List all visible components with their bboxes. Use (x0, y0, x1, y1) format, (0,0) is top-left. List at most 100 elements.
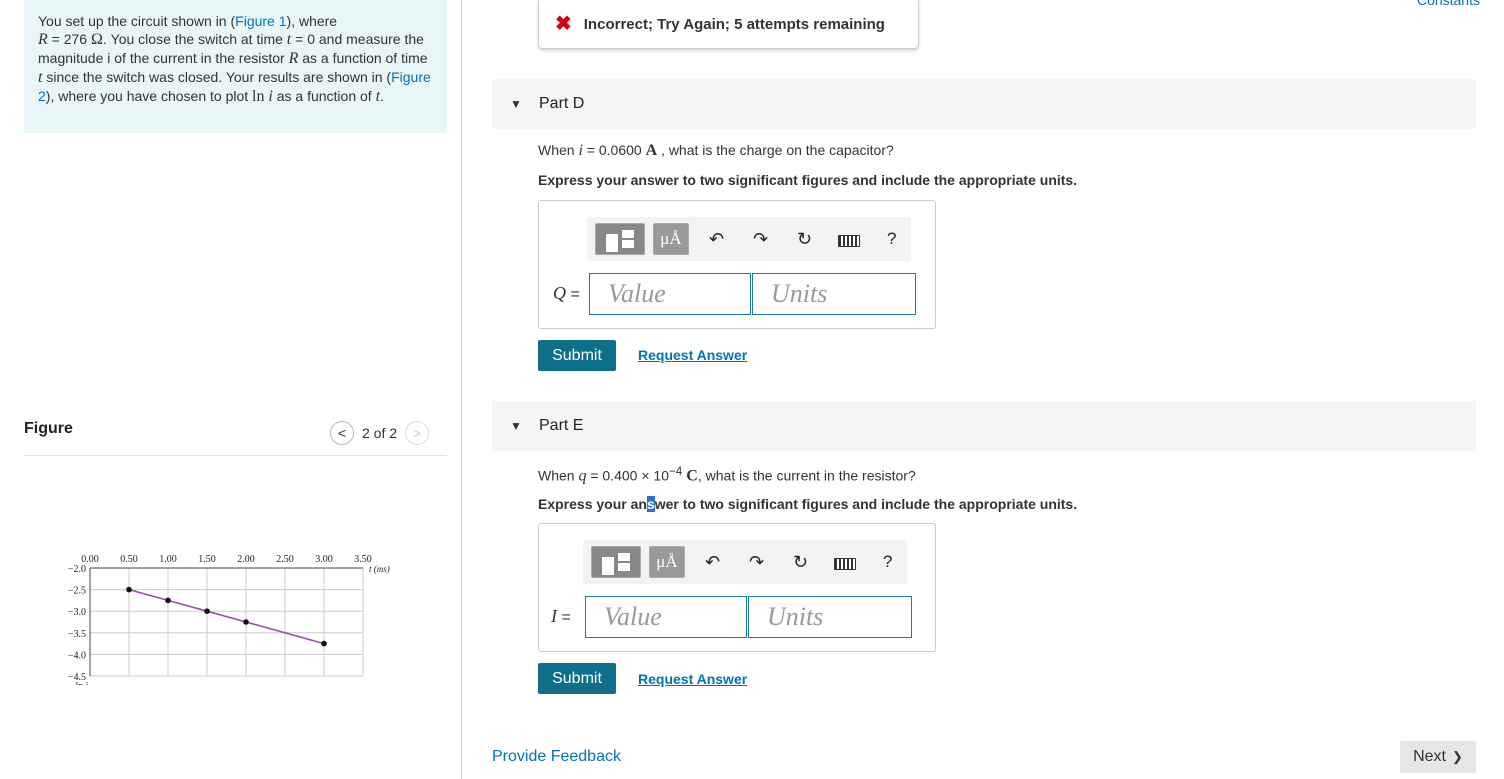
problem-intro: You set up the circuit shown in (Figure … (24, 0, 447, 133)
template-icon (606, 234, 618, 252)
intro-text: ), where you have chosen to plot (45, 88, 253, 104)
intro-text: You set up the circuit shown in ( (38, 13, 236, 29)
figure-navigation: < 2 of 2 > (330, 421, 430, 445)
undo-icon[interactable]: ↶ (705, 552, 720, 573)
redo-icon[interactable]: ↷ (749, 552, 764, 573)
provide-feedback-link[interactable]: Provide Feedback (492, 748, 621, 766)
figure-next-button[interactable]: > (405, 421, 430, 445)
question-text: , what is the charge on the capacitor? (657, 142, 894, 158)
intro-text: as a function of (272, 88, 376, 104)
chevron-right-icon: > (412, 425, 422, 441)
q-variable-label: Q = (553, 283, 580, 304)
part-d-label: Part D (539, 95, 585, 112)
undo-icon[interactable]: ↶ (709, 229, 724, 250)
part-e-label: Part E (539, 417, 584, 434)
units-input[interactable]: Units (752, 273, 916, 315)
math-toolbar: μÅ ↶ ↷ ↻ ? (587, 217, 911, 261)
reset-icon[interactable]: ↻ (793, 552, 808, 573)
feedback-banner: ✖ Incorrect; Try Again; 5 attempts remai… (538, 0, 919, 49)
part-d-instruction: Express your answer to two significant f… (538, 172, 1078, 188)
part-e-header[interactable]: ▼ Part E (492, 401, 1476, 451)
question-text: , what is the current in the resistor? (697, 467, 916, 484)
data-line (128, 588, 325, 645)
intro-text: . (380, 88, 384, 104)
value-input[interactable]: Value (589, 273, 751, 315)
ln-i-vs-t-chart: 0.00 0.50 1.00 1.50 2.00 2.50 3.00 3.50−2.0−2.5… (68, 554, 390, 685)
template-icon (602, 557, 614, 575)
x-axis-label: t (ms) (369, 564, 390, 574)
ohm-unit: Ω (90, 31, 103, 48)
units-input[interactable]: Units (748, 596, 912, 638)
current-value: = 0.0600 (582, 142, 646, 158)
part-e-request-answer-link[interactable]: Request Answer (638, 671, 747, 687)
fraction-icon (622, 230, 634, 248)
help-icon[interactable]: ? (887, 229, 896, 249)
divider (24, 455, 447, 456)
math-toolbar: μÅ ↶ ↷ ↻ ? (583, 540, 907, 584)
figure-title: Figure (24, 420, 73, 437)
help-icon[interactable]: ? (883, 552, 892, 572)
fraction-icon (618, 553, 630, 571)
data-point (126, 586, 132, 593)
ln-symbol: ln (252, 88, 265, 105)
part-e-instruction: Express your answer to two significant f… (538, 496, 1077, 512)
charge-exponent: −4 (669, 465, 683, 478)
chevron-left-icon: < (337, 425, 347, 441)
figure-prev-button[interactable]: < (330, 421, 354, 445)
instruction-text: Express your an (538, 496, 647, 512)
coulomb-unit: C (682, 467, 698, 485)
x-tick-label: 1.50 (198, 554, 216, 565)
data-point (243, 619, 249, 625)
collapse-triangle-icon: ▼ (510, 419, 522, 433)
ampere-unit: A (645, 142, 658, 159)
question-text: When (538, 142, 579, 158)
intro-text: . You close the switch at time (102, 31, 287, 47)
intro-text: ), where (286, 13, 338, 29)
value-input[interactable]: Value (585, 596, 747, 638)
x-tick-label: 3.00 (315, 554, 333, 565)
x-tick-label: 0.50 (120, 554, 138, 565)
constants-link[interactable]: Constants (1417, 0, 1480, 8)
question-text: When (538, 467, 579, 484)
units-symbols-button[interactable]: μÅ (653, 223, 689, 255)
y-tick-label: −2.0 (68, 564, 86, 575)
chevron-right-icon: ❯ (1452, 749, 1463, 764)
data-point (204, 608, 210, 614)
data-point (165, 597, 171, 604)
units-symbols-button[interactable]: μÅ (649, 546, 685, 578)
resistance-symbol: R (38, 31, 48, 48)
part-e-submit-button[interactable]: Submit (538, 663, 616, 694)
part-d-question: When i = 0.0600 A , what is the charge o… (538, 142, 894, 160)
incorrect-x-icon: ✖ (555, 13, 572, 35)
part-d-submit-button[interactable]: Submit (538, 340, 616, 371)
part-d-header[interactable]: ▼ Part D (492, 79, 1476, 129)
templates-button[interactable] (595, 223, 645, 255)
next-label: Next (1413, 748, 1446, 765)
next-button[interactable]: Next ❯ (1400, 741, 1476, 773)
redo-icon[interactable]: ↷ (753, 229, 768, 250)
text-selection: s (646, 496, 655, 512)
q-symbol: Q (553, 283, 566, 303)
y-tick-label: −2.5 (68, 586, 86, 597)
part-d-request-answer-link[interactable]: Request Answer (638, 347, 747, 363)
reset-icon[interactable]: ↻ (797, 229, 812, 250)
intro-text: as a function of time (298, 50, 428, 66)
x-tick-label: 2.00 (237, 554, 255, 565)
part-e-question: When q = 0.400 × 10−4 C, what is the cur… (538, 465, 916, 486)
i-variable-label: I = (551, 606, 571, 627)
equals-sign: = (557, 609, 571, 626)
resistance-value: = 276 (47, 31, 91, 47)
keyboard-icon[interactable] (838, 235, 860, 247)
resistance-symbol: R (288, 50, 299, 67)
instruction-text: wer to two significant figures and inclu… (654, 496, 1078, 512)
templates-button[interactable] (591, 546, 641, 578)
x-tick-label: 1.00 (159, 554, 177, 565)
figure-1-link[interactable]: Figure 1 (235, 13, 286, 29)
left-panel: You set up the circuit shown in (Figure … (0, 0, 462, 779)
intro-text: since the switch was closed. Your result… (42, 69, 392, 85)
charge-value: = 0.400 × 10 (586, 467, 669, 484)
y-tick-label: −3.5 (68, 629, 86, 640)
figure-counter: 2 of 2 (362, 425, 398, 441)
keyboard-icon[interactable] (834, 558, 856, 570)
part-e-answer-box: μÅ ↶ ↷ ↻ ? I = Value Units (538, 523, 936, 652)
